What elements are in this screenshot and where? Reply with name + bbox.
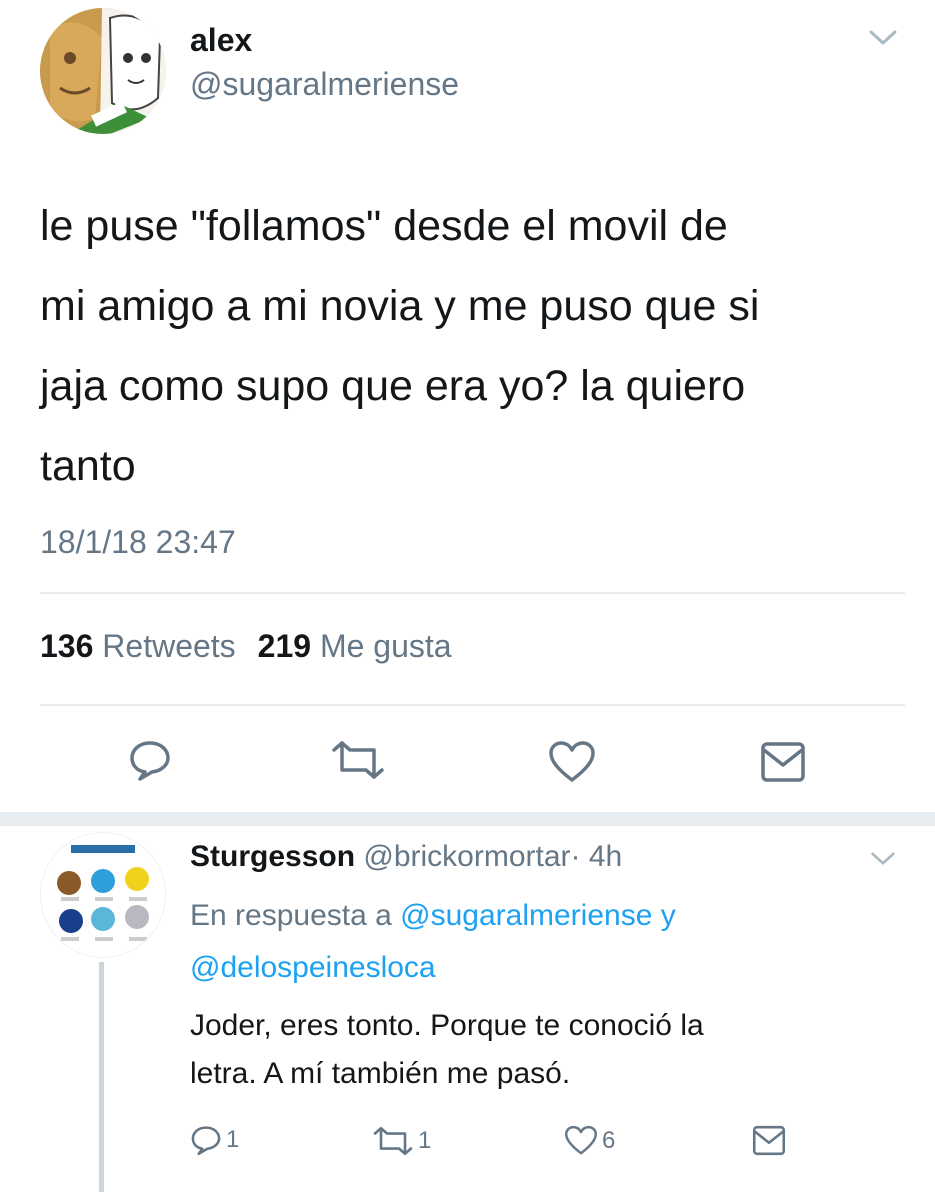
reply-author-handle[interactable]: @brickormortar bbox=[363, 840, 570, 873]
divider bbox=[40, 704, 905, 706]
retweet-button[interactable] bbox=[330, 740, 386, 780]
author-name[interactable]: alex bbox=[190, 22, 252, 59]
tweet-text-line: jaja como supo que era yo? la quiero bbox=[40, 362, 746, 410]
reply-dm-button[interactable] bbox=[752, 1125, 786, 1156]
reply-time[interactable]: · 4h bbox=[571, 840, 623, 873]
retweet-icon bbox=[332, 741, 384, 779]
likes-count[interactable]: 219 bbox=[258, 628, 311, 664]
reply-author-name[interactable]: Sturgesson bbox=[190, 840, 355, 873]
reply-context: En respuesta a @sugaralmeriense y @delos… bbox=[190, 890, 910, 994]
chevron-down-icon[interactable] bbox=[868, 28, 898, 48]
tweet-text-line: mi amigo a mi novia y me puso que si bbox=[40, 282, 760, 330]
main-tweet: alex @sugaralmeriense le puse "follamos"… bbox=[0, 0, 935, 812]
like-button[interactable] bbox=[548, 740, 596, 784]
tweet-text-line: le puse "follamos" desde el movil de bbox=[40, 202, 728, 250]
reply-prefix: En respuesta a bbox=[190, 899, 392, 932]
tweet-stats: 136 Retweets 219 Me gusta bbox=[40, 628, 452, 665]
reply-icon bbox=[130, 741, 170, 781]
envelope-icon bbox=[752, 1125, 786, 1156]
divider bbox=[40, 592, 905, 594]
reply-text-line: Joder, eres tonto. Porque te conoció la bbox=[190, 1009, 704, 1042]
likes-label[interactable]: Me gusta bbox=[320, 628, 452, 664]
mention-conjunction: y bbox=[660, 899, 676, 932]
tweet-timestamp[interactable]: 18/1/18 23:47 bbox=[40, 524, 236, 561]
reply-text: Joder, eres tonto. Porque te conoció la … bbox=[190, 1002, 910, 1098]
direct-message-button[interactable] bbox=[760, 741, 806, 783]
author-handle[interactable]: @sugaralmeriense bbox=[190, 66, 459, 103]
mention-link[interactable]: @sugaralmeriense bbox=[400, 899, 652, 932]
reply-text-line: letra. A mí también me pasó. bbox=[190, 1057, 571, 1090]
mention-link[interactable]: @delospeinesloca bbox=[190, 951, 436, 984]
retweets-count[interactable]: 136 bbox=[40, 628, 93, 664]
tweet-text-line: tanto bbox=[40, 442, 136, 490]
heart-icon bbox=[549, 741, 595, 782]
like-count: 6 bbox=[602, 1126, 616, 1154]
reply-count: 1 bbox=[226, 1126, 240, 1153]
reply-button[interactable] bbox=[128, 738, 172, 782]
retweet-count: 1 bbox=[418, 1127, 432, 1154]
tweet-separator bbox=[0, 812, 935, 826]
avatar[interactable] bbox=[40, 8, 166, 134]
retweet-icon bbox=[373, 1126, 413, 1156]
reply-like-button[interactable]: 6 bbox=[564, 1125, 615, 1156]
reply-retweet-button[interactable]: 1 bbox=[372, 1126, 431, 1156]
envelope-icon bbox=[761, 742, 805, 782]
tweet-text: le puse "follamos" desde el movil de mi … bbox=[40, 186, 900, 506]
thread-line bbox=[99, 962, 104, 1192]
avatar-image bbox=[40, 8, 166, 134]
heart-icon bbox=[564, 1125, 598, 1155]
reply-icon bbox=[191, 1126, 221, 1156]
chevron-down-icon[interactable] bbox=[870, 850, 896, 868]
reply-header: Sturgesson @brickormortar· 4h bbox=[190, 840, 622, 874]
retweets-label[interactable]: Retweets bbox=[102, 628, 235, 664]
reply-avatar[interactable] bbox=[40, 832, 166, 958]
avatar-image bbox=[41, 833, 165, 957]
reply-reply-button[interactable]: 1 bbox=[190, 1124, 239, 1156]
